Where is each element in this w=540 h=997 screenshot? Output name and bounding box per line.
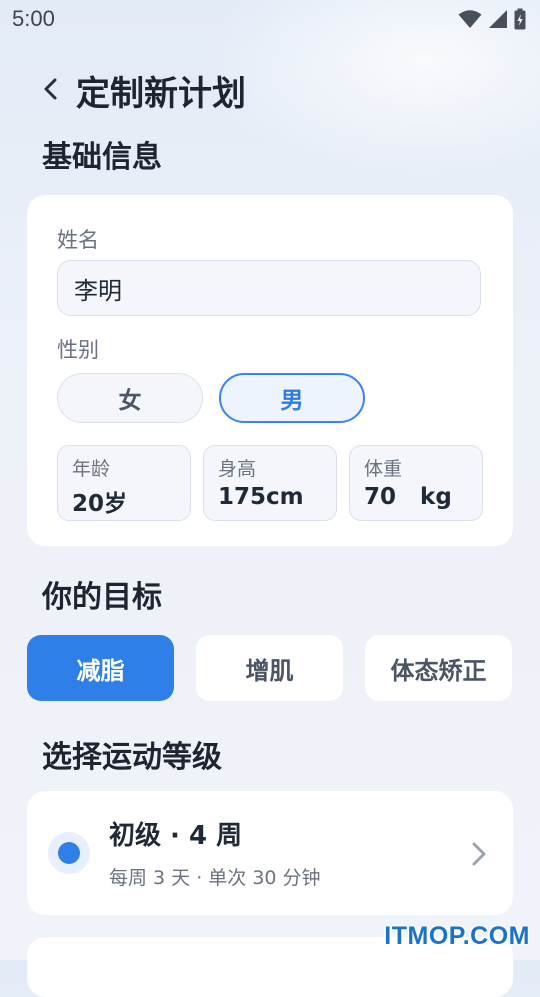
page-header: 定制新计划 xyxy=(0,60,540,120)
goal-option-posture-correction[interactable]: 体态矫正 xyxy=(365,635,512,701)
basic-info-card: 姓名 李明 性别 女 男 年龄 20岁 身高 175cm 体重 70 kg xyxy=(27,195,513,546)
height-label: 身高 xyxy=(218,458,257,480)
height-value: 175cm xyxy=(218,484,304,510)
level-title: 初级 · 4 周 xyxy=(109,821,243,851)
watermark: ITMOP.COM xyxy=(384,922,530,950)
age-label: 年龄 xyxy=(72,458,111,480)
wifi-icon xyxy=(458,10,482,28)
height-field[interactable]: 身高 175cm xyxy=(203,445,337,521)
age-field[interactable]: 年龄 20岁 xyxy=(57,445,191,521)
level-option-beginner[interactable]: 初级 · 4 周 每周 3 天 · 单次 30 分钟 xyxy=(27,791,513,915)
status-icons xyxy=(458,8,526,30)
status-bar: 5:00 xyxy=(0,0,540,38)
gender-option-female[interactable]: 女 xyxy=(57,373,203,423)
goal-option-posture-correction-label: 体态矫正 xyxy=(390,656,487,685)
gender-label: 性别 xyxy=(57,338,99,362)
goal-option-muscle-gain[interactable]: 增肌 xyxy=(196,635,343,701)
goal-option-muscle-gain-label: 增肌 xyxy=(245,656,294,685)
name-input[interactable]: 李明 xyxy=(57,260,481,316)
gender-option-male-label: 男 xyxy=(280,388,304,414)
battery-icon xyxy=(514,8,526,30)
age-value: 20岁 xyxy=(72,491,128,517)
page-title: 定制新计划 xyxy=(76,74,246,114)
level-subtitle: 每周 3 天 · 单次 30 分钟 xyxy=(109,867,321,889)
weight-value: 70 kg xyxy=(364,484,452,510)
radio-selected-icon[interactable] xyxy=(48,832,90,874)
weight-field[interactable]: 体重 70 kg xyxy=(349,445,483,521)
section-title-basic-info: 基础信息 xyxy=(42,140,162,175)
section-title-level: 选择运动等级 xyxy=(42,740,222,775)
section-title-goal: 你的目标 xyxy=(42,580,162,615)
gender-option-female-label: 女 xyxy=(118,388,142,414)
name-label: 姓名 xyxy=(57,228,99,252)
name-input-value: 李明 xyxy=(74,276,122,305)
goal-option-fat-loss-label: 减脂 xyxy=(76,656,125,685)
chevron-right-icon xyxy=(472,842,486,866)
weight-label: 体重 xyxy=(364,458,403,480)
gender-option-male[interactable]: 男 xyxy=(219,373,365,423)
goal-option-fat-loss[interactable]: 减脂 xyxy=(27,635,174,701)
status-time: 5:00 xyxy=(12,6,55,31)
signal-icon xyxy=(489,10,507,28)
chevron-left-icon[interactable] xyxy=(36,74,66,104)
